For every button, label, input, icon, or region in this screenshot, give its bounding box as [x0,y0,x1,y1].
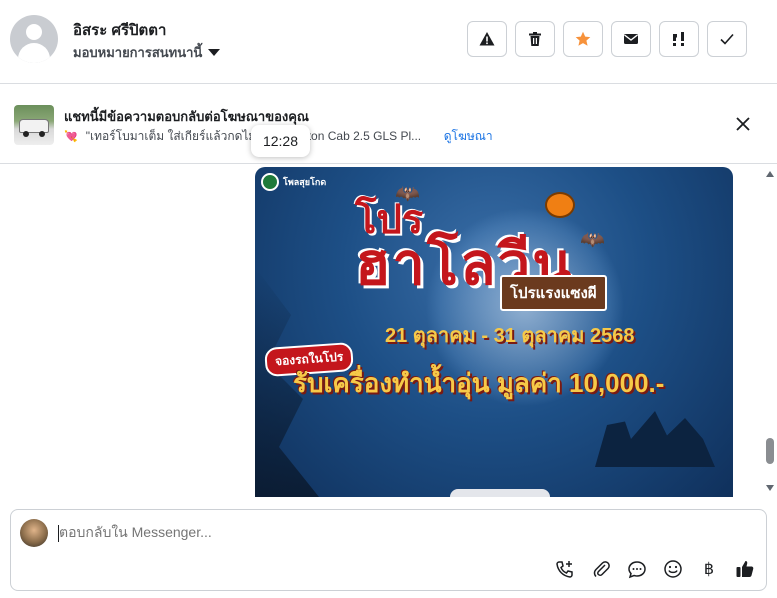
brand-logo: โพลสุยโกด [261,173,326,191]
header-actions [467,21,747,57]
like-button[interactable] [734,558,756,580]
composer-tools: ฿ [554,558,756,580]
scroll-down-icon[interactable] [766,485,774,491]
caret-down-icon [208,49,221,56]
contact-name[interactable]: อิสระ ศรีปิตตา [73,18,166,42]
reply-input[interactable] [59,524,739,540]
vehicle-roof-shape [450,489,550,497]
promo-image-message[interactable]: โพลสุยโกด 🦇 🦇 โปร ฮาโลวีน โปรแรงแซงผี 21… [255,167,733,497]
avatar-head-shape [26,24,42,40]
check-icon [720,33,734,45]
mark-done-button[interactable] [707,21,747,57]
brand-logo-text: โพลสุยโกด [283,177,327,187]
attachment-icon [593,561,610,578]
delete-button[interactable] [515,21,555,57]
emoji-icon [664,560,682,578]
scroll-thumb[interactable] [766,438,774,464]
warning-icon [479,32,495,46]
bat-icon: 🦇 [580,229,605,251]
view-ad-link[interactable]: ดูโฆษณา [444,127,493,146]
heart-icon: 💘 [64,131,78,143]
reply-composer: ฿ [10,509,767,591]
envelope-icon [624,34,638,44]
page-avatar [20,519,48,547]
timestamp-tooltip: 12:28 [251,125,310,157]
promo-offer: รับเครื่องทำน้ำอุ่น มูลค่า 10,000.- [293,368,665,398]
brand-logo-emblem [261,173,279,191]
assign-conversation-dropdown[interactable]: มอบหมายการสนทนานี้ [73,42,221,63]
pumpkin-icon [545,192,575,218]
add-call-icon [556,561,573,578]
saved-reply-button[interactable] [626,558,648,580]
mark-unread-button[interactable] [611,21,651,57]
message-thread[interactable]: โพลสุยโกด 🦇 🦇 โปร ฮาโลวีน โปรแรงแซงผี 21… [0,165,777,497]
emoji-button[interactable] [662,558,684,580]
follow-up-icon [673,32,684,46]
close-icon[interactable] [733,114,753,134]
follow-up-button[interactable] [659,21,699,57]
baht-icon: ฿ [703,561,715,578]
ad-reply-banner: แชทนี้มีข้อความตอบกลับต่อโฆษณาของคุณ 💘 "… [0,84,777,164]
assign-label: มอบหมายการสนทนานี้ [73,45,203,60]
avatar-body-shape [18,43,50,63]
ad-thumbnail[interactable] [14,105,54,145]
saved-reply-icon [628,561,646,579]
star-icon [575,31,591,46]
conversation-header: อิสระ ศรีปิตตา มอบหมายการสนทนานี้ [0,0,777,84]
attach-button[interactable] [590,558,612,580]
inbox-conversation: อิสระ ศรีปิตตา มอบหมายการสนทนานี้ แชทนี้… [0,0,777,598]
promo-sign: โปรแรงแซงผี [500,275,607,311]
scroll-up-icon[interactable] [766,171,774,177]
castle-silhouette [595,411,715,467]
payment-button[interactable]: ฿ [698,558,720,580]
contact-avatar[interactable] [10,15,58,63]
report-button[interactable] [467,21,507,57]
trash-icon [529,32,541,46]
star-button[interactable] [563,21,603,57]
pickup-truck-icon [19,119,49,137]
add-call-button[interactable] [554,558,576,580]
chat-scrollbar[interactable] [763,165,777,497]
like-icon [736,561,754,577]
promo-dates: 21 ตุลาคม - 31 ตุลาคม 2568 [385,325,635,347]
ad-banner-title: แชทนี้มีข้อความตอบกลับต่อโฆษณาของคุณ [64,109,309,124]
